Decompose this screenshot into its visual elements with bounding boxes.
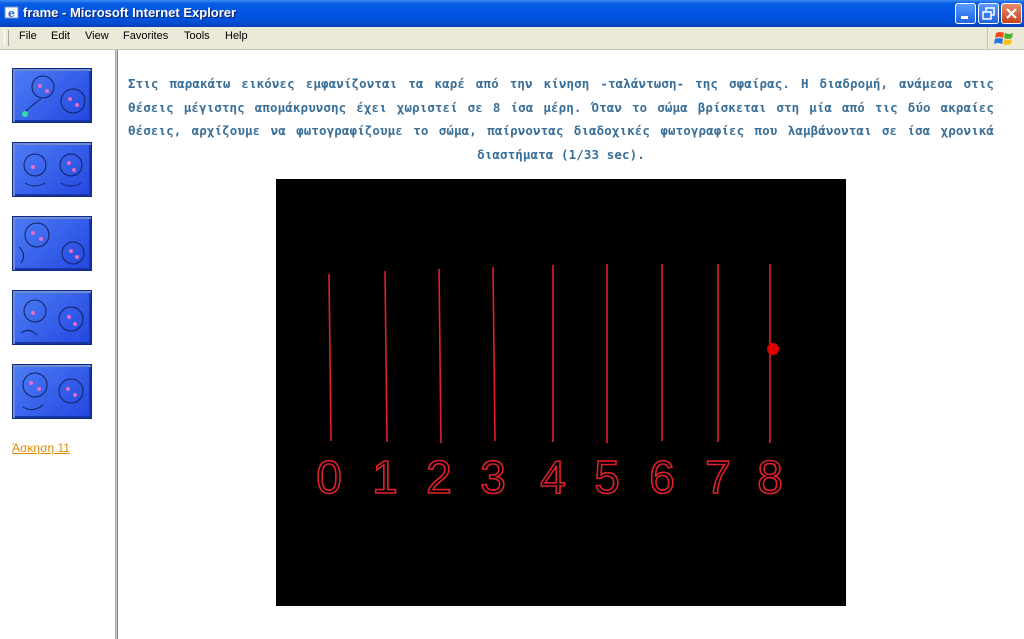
frame-label-4: 4	[540, 451, 566, 503]
toolbar-grip[interactable]	[4, 30, 9, 46]
svg-text:e: e	[8, 7, 15, 20]
frame-splitter[interactable]	[115, 50, 118, 639]
frame-label-7: 7	[705, 451, 731, 503]
frame-label-1: 1	[372, 451, 398, 503]
exercise-11-link[interactable]: Άσκηση 11	[12, 441, 70, 455]
ie-icon: e	[4, 6, 19, 20]
pendulum-string-2	[438, 268, 442, 444]
menu-favorites[interactable]: Favorites	[123, 30, 168, 42]
pendulum-string-1	[384, 270, 388, 443]
frame-label-3: 3	[480, 451, 506, 503]
windows-logo-icon	[987, 27, 1024, 49]
cartoon-figures-icon	[18, 222, 85, 265]
window-title: frame - Microsoft Internet Explorer	[23, 5, 237, 20]
close-icon	[1006, 8, 1017, 19]
animation-thumbnail-2[interactable]	[12, 142, 92, 197]
cartoon-figures-icon	[22, 372, 84, 411]
pendulum-string-3	[492, 266, 496, 442]
restore-button[interactable]	[978, 3, 999, 24]
navigation-frame: Άσκηση 11	[0, 50, 115, 639]
minimize-icon	[961, 16, 968, 19]
window-title-bar[interactable]: e frame - Microsoft Internet Explorer	[0, 0, 1024, 27]
menu-tools[interactable]: Tools	[184, 30, 210, 42]
cartoon-figures-icon	[20, 299, 84, 336]
pendulum-frames-image: 012345678	[276, 179, 846, 606]
close-button[interactable]	[1001, 3, 1022, 24]
animation-thumbnail-3[interactable]	[12, 216, 92, 271]
menu-file[interactable]: File	[19, 30, 37, 42]
frame-label-8: 8	[757, 451, 783, 503]
browser-content: Άσκηση 11 Στις παρακάτω εικόνες εμφανίζο…	[0, 50, 1024, 639]
frame-label-5: 5	[594, 451, 620, 503]
animation-thumbnail-1[interactable]	[12, 68, 92, 123]
minimize-button[interactable]	[955, 3, 976, 24]
animation-thumbnail-5[interactable]	[12, 364, 92, 419]
frame-label-2: 2	[426, 451, 452, 503]
description-text: Στις παρακάτω εικόνες εμφανίζονται τα κα…	[128, 76, 994, 162]
menu-help[interactable]: Help	[225, 30, 248, 42]
pendulum-frames-graphic: 012345678	[315, 264, 784, 504]
animation-thumbnail-4[interactable]	[12, 290, 92, 345]
frame-label-0: 0	[316, 451, 342, 503]
restore-icon	[982, 7, 995, 20]
frame-label-6: 6	[649, 451, 675, 503]
menu-bar: File Edit View Favorites Tools Help	[0, 27, 1024, 50]
cartoon-figures-icon	[23, 153, 83, 187]
pendulum-string-0	[328, 273, 332, 442]
cartoon-figures-icon	[22, 75, 86, 117]
menu-view[interactable]: View	[85, 30, 109, 42]
menu-edit[interactable]: Edit	[51, 30, 70, 42]
pendulum-ball	[767, 343, 779, 355]
